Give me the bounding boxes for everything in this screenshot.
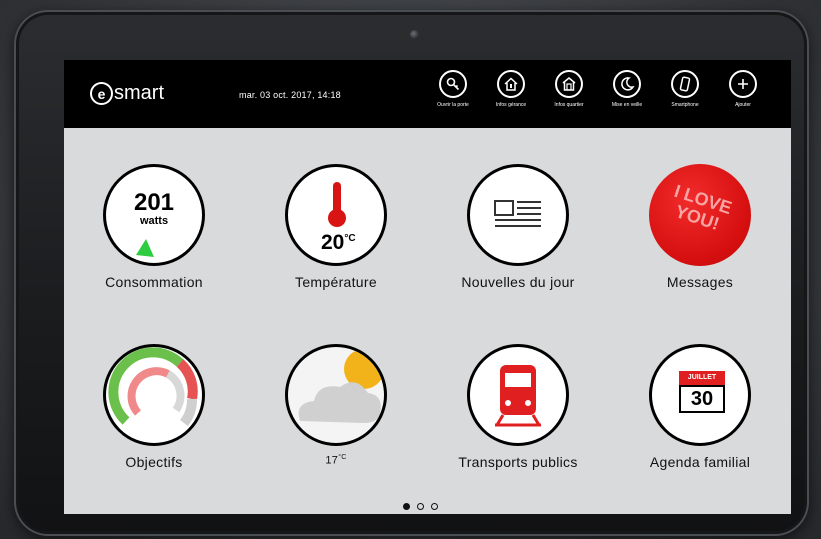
nav-label-ajouter: Ajouter bbox=[735, 102, 751, 108]
logo-e: e bbox=[90, 82, 113, 105]
page-dot-3[interactable] bbox=[431, 503, 438, 510]
house-icon bbox=[497, 70, 525, 98]
quick-actions: Ouvrir la porte Infos gérance Infos quar… bbox=[424, 70, 772, 108]
objectives-dial bbox=[103, 344, 205, 446]
nav-label-smartphone: Smartphone bbox=[671, 102, 699, 108]
nav-open-door[interactable]: Ouvrir la porte bbox=[424, 70, 482, 108]
page-dot-1[interactable] bbox=[403, 503, 410, 510]
nav-mise-en-veille[interactable]: Mise en veille bbox=[598, 70, 656, 108]
page-indicator bbox=[403, 503, 438, 510]
tile-agenda[interactable]: JUILLET 30 Agenda familial bbox=[610, 344, 790, 470]
tablet-frame: e smart mar. 03 oct. 2017, 14:18 Ouvrir l… bbox=[14, 10, 809, 536]
tile-label-transports: Transports publics bbox=[458, 454, 578, 470]
page-dot-2[interactable] bbox=[417, 503, 424, 510]
tile-label-objectifs: Objectifs bbox=[125, 454, 183, 470]
date-time: mar. 03 oct. 2017, 14:18 bbox=[239, 90, 341, 100]
nav-label-infos-quartier: Infos quartier bbox=[554, 102, 584, 108]
tile-label-messages: Messages bbox=[666, 274, 734, 290]
calendar-month: JUILLET bbox=[679, 371, 725, 385]
tile-label-agenda: Agenda familial bbox=[649, 454, 751, 470]
tile-transports[interactable]: Transports publics bbox=[428, 344, 608, 470]
temperature-value: 20°C bbox=[321, 231, 356, 254]
nav-smartphone[interactable]: Smartphone bbox=[656, 70, 714, 108]
tile-temperature[interactable]: 20°C Température bbox=[246, 164, 426, 290]
plus-icon bbox=[729, 70, 757, 98]
news-dial bbox=[467, 164, 569, 266]
building-icon bbox=[555, 70, 583, 98]
camera-lens bbox=[410, 30, 419, 39]
tile-label-nouvelles: Nouvelles du jour bbox=[461, 274, 575, 290]
esmart-logo[interactable]: e smart bbox=[90, 82, 164, 105]
smartphone-icon bbox=[671, 70, 699, 98]
objectives-gauge-icon bbox=[108, 347, 198, 427]
tile-meteo[interactable]: 17°C bbox=[246, 344, 426, 467]
agenda-dial: JUILLET 30 bbox=[649, 344, 751, 446]
weather-dial bbox=[285, 344, 387, 446]
tile-label-consommation: Consommation bbox=[105, 274, 203, 290]
partly-cloudy-icon bbox=[298, 349, 384, 423]
screen: e smart mar. 03 oct. 2017, 14:18 Ouvrir l… bbox=[64, 60, 791, 514]
train-icon bbox=[495, 365, 541, 427]
tile-objectifs[interactable]: Objectifs bbox=[64, 344, 244, 470]
nav-ajouter[interactable]: Ajouter bbox=[714, 70, 772, 108]
consommation-dial: 201 watts bbox=[103, 164, 205, 266]
tile-label-temperature: Température bbox=[295, 274, 377, 290]
nav-infos-quartier[interactable]: Infos quartier bbox=[540, 70, 598, 108]
sticker-text: I LOVE YOU! bbox=[671, 180, 735, 235]
nav-label-infos-gerance: Infos gérance bbox=[495, 102, 527, 108]
tile-label-meteo: 17°C bbox=[325, 454, 347, 467]
transport-dial bbox=[467, 344, 569, 446]
newspaper-icon bbox=[494, 200, 541, 227]
tile-consommation[interactable]: 201 watts Consommation bbox=[64, 164, 244, 290]
nav-label-mise-en-veille: Mise en veille bbox=[611, 102, 643, 108]
moon-icon bbox=[613, 70, 641, 98]
top-bar: e smart mar. 03 oct. 2017, 14:18 Ouvrir l… bbox=[64, 60, 791, 128]
logo-text: smart bbox=[114, 82, 164, 104]
nav-infos-gerance[interactable]: Infos gérance bbox=[482, 70, 540, 108]
key-icon bbox=[439, 70, 467, 98]
consumption-gauge-icon bbox=[136, 239, 154, 257]
nav-label-open-door: Ouvrir la porte bbox=[437, 102, 469, 108]
temperature-dial: 20°C bbox=[285, 164, 387, 266]
calendar-day: 30 bbox=[679, 385, 725, 413]
tile-messages[interactable]: I LOVE YOU! Messages bbox=[610, 164, 790, 290]
tile-nouvelles[interactable]: Nouvelles du jour bbox=[428, 164, 608, 290]
love-sticker-icon: I LOVE YOU! bbox=[649, 164, 751, 266]
